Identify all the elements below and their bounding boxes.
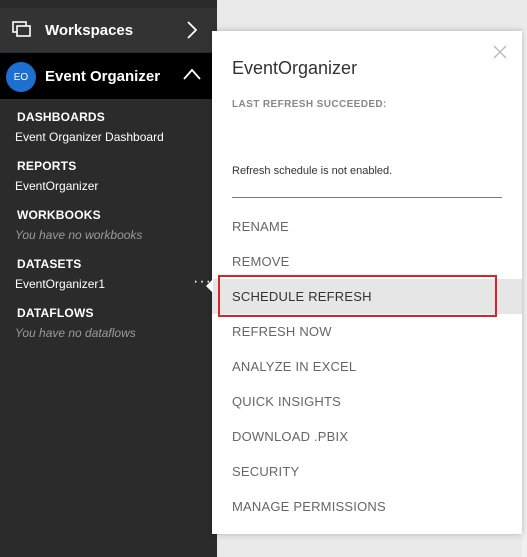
panel-pointer [206, 279, 213, 293]
menu-quick-insights[interactable]: QUICK INSIGHTS [212, 384, 522, 419]
section-title-dashboards: DASHBOARDS [17, 110, 106, 124]
panel-title: EventOrganizer [232, 58, 358, 78]
workspaces-label: Workspaces [45, 22, 134, 39]
menu-manage-permissions[interactable]: MANAGE PERMISSIONS [212, 489, 522, 524]
section-title-datasets: DATASETS [17, 257, 82, 271]
workspace-header[interactable]: EO Event Organizer [0, 53, 217, 99]
dataset-item[interactable]: EventOrganizer1 [15, 277, 105, 291]
workspace-avatar: EO [6, 62, 36, 92]
chevron-up-icon[interactable] [183, 68, 201, 80]
workspace-name: Event Organizer [45, 68, 161, 85]
workspaces-icon [12, 21, 31, 37]
menu-analyze-in-excel[interactable]: ANALYZE IN EXCEL [212, 349, 522, 384]
refresh-status: LAST REFRESH SUCCEEDED: [232, 99, 387, 110]
dataflows-empty-text: You have no dataflows [15, 326, 136, 340]
section-title-dataflows: DATAFLOWS [17, 306, 94, 320]
menu-remove[interactable]: REMOVE [212, 244, 522, 279]
section-title-reports: REPORTS [17, 159, 77, 173]
workspaces-nav[interactable]: Workspaces [0, 8, 217, 52]
menu-rename[interactable]: RENAME [212, 209, 522, 244]
background-strip [522, 30, 527, 557]
chevron-right-icon[interactable] [186, 21, 198, 39]
close-icon[interactable] [493, 45, 507, 59]
menu-security[interactable]: SECURITY [212, 454, 522, 489]
section-title-workbooks: WORKBOOKS [17, 208, 101, 222]
report-item[interactable]: EventOrganizer [15, 179, 98, 193]
menu-refresh-now[interactable]: REFRESH NOW [212, 314, 522, 349]
highlight-box [218, 275, 497, 317]
divider [232, 197, 502, 198]
schedule-status-text: Refresh schedule is not enabled. [232, 165, 393, 177]
sidebar: Workspaces EO Event Organizer DASHBOARDS… [0, 0, 217, 557]
workbooks-empty-text: You have no workbooks [15, 228, 143, 242]
menu-download-pbix[interactable]: DOWNLOAD .PBIX [212, 419, 522, 454]
dashboard-item[interactable]: Event Organizer Dashboard [15, 130, 164, 144]
